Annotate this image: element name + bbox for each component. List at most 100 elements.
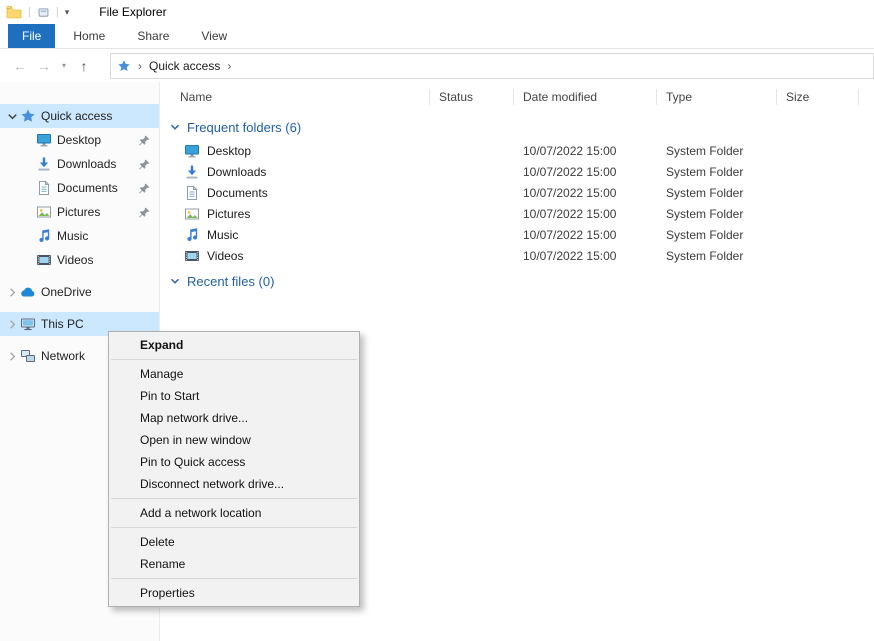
chevron-collapsed-icon[interactable]	[5, 285, 20, 300]
forward-arrow-icon[interactable]: →	[32, 58, 56, 74]
menu-item-manage[interactable]: Manage	[109, 363, 359, 385]
file-date-cell: 10/07/2022 15:00	[514, 186, 657, 200]
desktop-icon	[184, 143, 200, 159]
navigation-bar: ← → ▾ ↑ › Quick access ›	[0, 49, 874, 83]
onedrive-icon	[20, 284, 36, 300]
tab-view[interactable]: View	[187, 24, 241, 48]
file-name-cell: Pictures	[160, 206, 430, 222]
file-date-cell: 10/07/2022 15:00	[514, 165, 657, 179]
file-type-cell: System Folder	[657, 207, 777, 221]
file-row-documents[interactable]: Documents 10/07/2022 15:00System Folder	[160, 182, 874, 203]
column-header-date-modified[interactable]: Date modified	[514, 82, 657, 112]
file-row-pictures[interactable]: Pictures 10/07/2022 15:00System Folder	[160, 203, 874, 224]
sidebar-item-videos[interactable]: Videos	[0, 248, 159, 272]
file-type-cell: System Folder	[657, 186, 777, 200]
file-date-cell: 10/07/2022 15:00	[514, 207, 657, 221]
tab-home[interactable]: Home	[59, 24, 119, 48]
sidebar-item-onedrive[interactable]: OneDrive	[0, 280, 159, 304]
file-row-desktop[interactable]: Desktop10/07/2022 15:00System Folder	[160, 140, 874, 161]
file-date-cell: 10/07/2022 15:00	[514, 228, 657, 242]
file-list: Frequent folders (6)Desktop10/07/2022 15…	[160, 114, 874, 294]
network-icon	[20, 348, 36, 364]
column-header-size[interactable]: Size	[777, 82, 859, 112]
file-name: Music	[207, 228, 238, 242]
ribbon-tabs: File Home Share View	[0, 24, 874, 49]
breadcrumb[interactable]: Quick access	[149, 59, 220, 73]
sidebar-item-quick-access[interactable]: Quick access	[0, 104, 159, 128]
pictures-icon	[184, 206, 200, 222]
sidebar-item-pictures[interactable]: Pictures	[0, 200, 159, 224]
sidebar-item-label: Documents	[57, 181, 118, 195]
group-header-recent-files-0[interactable]: Recent files (0)	[160, 268, 874, 294]
menu-item-expand[interactable]: Expand	[109, 334, 359, 356]
column-header-name[interactable]: Name	[160, 82, 430, 112]
file-type-cell: System Folder	[657, 165, 777, 179]
menu-item-open-in-new-window[interactable]: Open in new window	[109, 429, 359, 451]
file-row-videos[interactable]: Videos10/07/2022 15:00System Folder	[160, 245, 874, 266]
breadcrumb-chevron-icon[interactable]: ›	[134, 59, 146, 73]
address-bar[interactable]: › Quick access ›	[110, 53, 874, 79]
tab-file[interactable]: File	[8, 24, 55, 48]
documents-icon	[36, 180, 52, 196]
desktop-icon	[36, 132, 52, 148]
column-header-status[interactable]: Status	[430, 82, 514, 112]
menu-item-disconnect-network-drive[interactable]: Disconnect network drive...	[109, 473, 359, 495]
menu-item-rename[interactable]: Rename	[109, 553, 359, 575]
file-name-cell: Videos	[160, 248, 430, 264]
file-date-cell: 10/07/2022 15:00	[514, 249, 657, 263]
videos-icon	[184, 248, 200, 264]
menu-item-add-a-network-location[interactable]: Add a network location	[109, 502, 359, 524]
file-name-cell: Music	[160, 227, 430, 243]
file-name: Downloads	[207, 165, 266, 179]
pictures-icon	[36, 204, 52, 220]
qat-separator: |	[56, 6, 59, 18]
sidebar-item-label: Videos	[57, 253, 93, 267]
file-name-cell: Documents	[160, 185, 430, 201]
title-bar: | | ▾ File Explorer	[0, 0, 874, 24]
file-type-cell: System Folder	[657, 144, 777, 158]
quick-access-icon	[117, 59, 131, 73]
file-name-cell: Desktop	[160, 143, 430, 159]
file-name: Desktop	[207, 144, 251, 158]
menu-item-properties[interactable]: Properties	[109, 582, 359, 604]
group-chevron-icon	[168, 120, 182, 134]
chevron-collapsed-icon[interactable]	[5, 317, 20, 332]
chevron-expanded-icon[interactable]	[5, 109, 20, 124]
breadcrumb-chevron-icon[interactable]: ›	[223, 59, 235, 73]
tab-share[interactable]: Share	[123, 24, 183, 48]
sidebar-item-label: Pictures	[57, 205, 100, 219]
group-label: Frequent folders (6)	[187, 120, 301, 135]
sidebar-item-label: This PC	[41, 317, 84, 331]
menu-item-pin-to-quick-access[interactable]: Pin to Quick access	[109, 451, 359, 473]
qat-button-icon[interactable]	[37, 6, 50, 19]
pin-icon	[138, 206, 151, 219]
qat-customize-chevron-icon[interactable]: ▾	[65, 7, 70, 18]
menu-separator	[111, 498, 357, 499]
sidebar-item-downloads[interactable]: Downloads	[0, 152, 159, 176]
file-row-downloads[interactable]: Downloads 10/07/2022 15:00System Folder	[160, 161, 874, 182]
sidebar-item-music[interactable]: Music	[0, 224, 159, 248]
file-row-music[interactable]: Music10/07/2022 15:00System Folder	[160, 224, 874, 245]
downloads-icon	[184, 164, 200, 180]
group-header-frequent-folders-6[interactable]: Frequent folders (6)	[160, 114, 874, 140]
file-name-cell: Downloads	[160, 164, 430, 180]
qat-separator: |	[28, 6, 31, 18]
pin-icon	[138, 182, 151, 195]
documents-icon	[184, 185, 200, 201]
chevron-collapsed-icon[interactable]	[5, 349, 20, 364]
history-chevron-icon[interactable]: ▾	[56, 61, 72, 70]
up-arrow-icon[interactable]: ↑	[72, 58, 96, 74]
file-name: Documents	[207, 186, 268, 200]
column-header-type[interactable]: Type	[657, 82, 777, 112]
sidebar-item-desktop[interactable]: Desktop	[0, 128, 159, 152]
menu-item-pin-to-start[interactable]: Pin to Start	[109, 385, 359, 407]
sidebar-item-label: Desktop	[57, 133, 101, 147]
menu-item-map-network-drive[interactable]: Map network drive...	[109, 407, 359, 429]
column-headers: NameStatusDate modifiedTypeSize	[160, 82, 874, 112]
back-arrow-icon[interactable]: ←	[8, 58, 32, 74]
menu-separator	[111, 527, 357, 528]
sidebar-item-label: Quick access	[41, 109, 112, 123]
sidebar-item-documents[interactable]: Documents	[0, 176, 159, 200]
window-title: File Explorer	[99, 5, 166, 19]
menu-item-delete[interactable]: Delete	[109, 531, 359, 553]
